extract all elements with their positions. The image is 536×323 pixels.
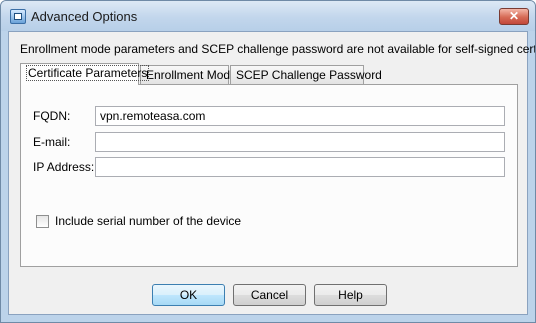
tab-label: Enrollment Mode <box>146 68 237 82</box>
tab-label: Certificate Parameters <box>26 65 150 81</box>
cancel-button[interactable]: Cancel <box>233 284 306 306</box>
app-icon <box>10 9 26 24</box>
tab-enrollment-mode[interactable]: Enrollment Mode <box>140 65 237 84</box>
window-title: Advanced Options <box>31 9 138 24</box>
close-button[interactable]: ✕ <box>499 8 529 25</box>
close-icon: ✕ <box>508 9 520 23</box>
info-message: Enrollment mode parameters and SCEP chal… <box>20 42 536 56</box>
advanced-options-dialog: Advanced Options ✕ Enrollment mode param… <box>0 0 536 323</box>
email-input[interactable] <box>95 132 505 152</box>
serial-number-label[interactable]: Include serial number of the device <box>55 214 241 228</box>
ip-address-label: IP Address: <box>33 160 95 174</box>
tab-certificate-parameters[interactable]: Certificate Parameters <box>20 63 150 85</box>
fqdn-label: FQDN: <box>33 109 71 123</box>
certificate-parameters-panel: FQDN: E-mail: IP Address: Include serial… <box>20 84 518 267</box>
email-label: E-mail: <box>33 135 71 149</box>
ok-button[interactable]: OK <box>152 284 225 306</box>
title-bar[interactable]: Advanced Options ✕ <box>1 1 535 31</box>
ip-address-input[interactable] <box>95 157 505 177</box>
tab-scep-challenge-password[interactable]: SCEP Challenge Password <box>230 65 382 84</box>
fqdn-input[interactable] <box>95 106 505 126</box>
help-button[interactable]: Help <box>314 284 387 306</box>
tab-label: SCEP Challenge Password <box>236 68 382 82</box>
dialog-content: Enrollment mode parameters and SCEP chal… <box>8 31 535 315</box>
serial-number-checkbox[interactable] <box>36 215 49 228</box>
